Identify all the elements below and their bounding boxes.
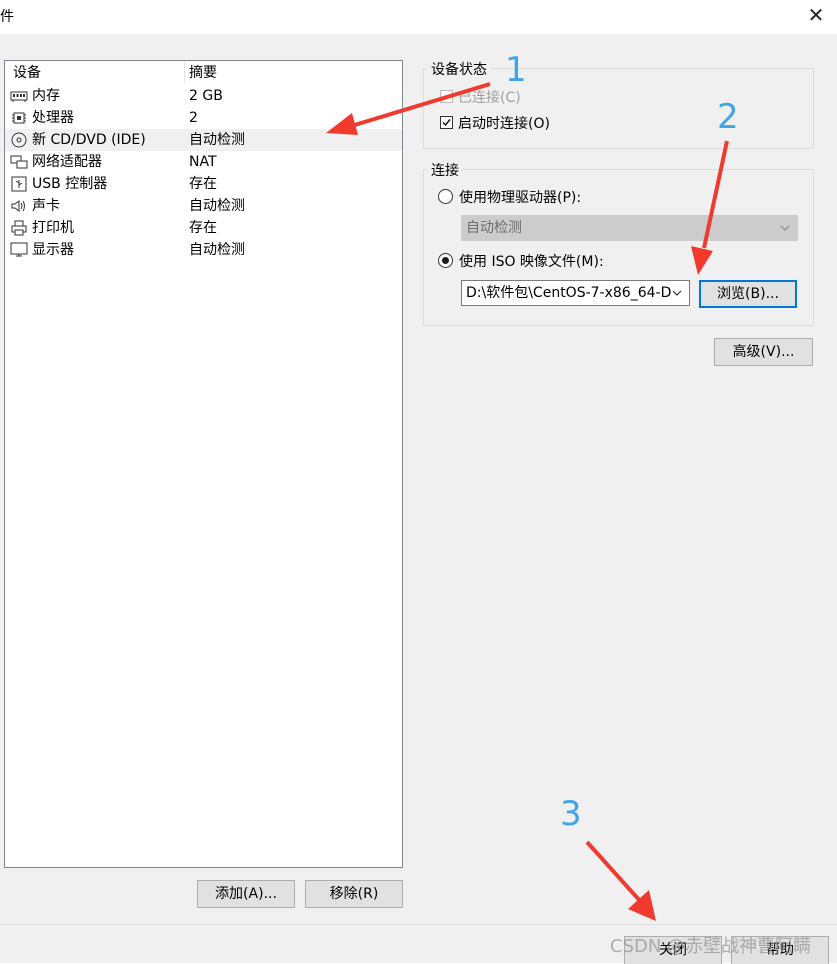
device-summary: 自动检测 [189, 242, 245, 258]
device-status-group [423, 68, 814, 149]
close-window-icon[interactable]: ✕ [802, 2, 830, 28]
device-column-header[interactable]: 设备 [13, 63, 41, 83]
physical-drive-select[interactable]: 自动检测 [461, 215, 798, 241]
device-summary: 自动检测 [189, 198, 245, 214]
window-title: 硬件 [0, 9, 14, 25]
connection-title: 连接 [427, 160, 463, 180]
device-name: 显示器 [32, 242, 74, 258]
iso-image-radio[interactable] [438, 253, 453, 268]
device-name: 网络适配器 [32, 154, 102, 170]
annotation-number-1: 1 [505, 50, 527, 90]
iso-image-label: 使用 ISO 映像文件(M): [459, 254, 604, 270]
cd-dvd-icon [11, 132, 27, 148]
device-summary: 自动检测 [189, 132, 245, 148]
printer-icon [11, 220, 27, 236]
advanced-button[interactable]: 高级(V)... [714, 338, 813, 366]
device-row-cd-dvd[interactable]: 新 CD/DVD (IDE) 自动检测 [5, 129, 402, 151]
device-name: 新 CD/DVD (IDE) [32, 132, 146, 148]
device-status-title: 设备状态 [427, 59, 491, 79]
iso-path-combobox[interactable]: D:\软件包\CentOS-7-x86_64-D [461, 280, 690, 306]
device-row-memory[interactable]: 内存 2 GB [5, 85, 402, 107]
connected-label: 已连接(C) [458, 90, 521, 106]
device-row-network-adapter[interactable]: 网络适配器 NAT [5, 151, 402, 173]
watermark-text: CSDN @赤壁战神曹阿瞒 [610, 936, 812, 957]
connect-on-power-label: 启动时连接(O) [458, 116, 550, 132]
annotation-number-3: 3 [560, 794, 582, 834]
summary-column-header[interactable]: 摘要 [189, 63, 217, 83]
device-summary: 2 GB [189, 88, 223, 104]
radio-selected-dot [442, 257, 449, 264]
device-summary: 2 [189, 110, 198, 126]
add-device-button[interactable]: 添加(A)... [197, 880, 295, 908]
memory-icon [10, 91, 28, 102]
physical-drive-radio[interactable] [438, 189, 453, 204]
device-summary: 存在 [189, 220, 217, 236]
device-name: 声卡 [32, 198, 60, 214]
title-bar: 硬件 ✕ [0, 0, 837, 34]
checkmark-icon [442, 119, 451, 127]
device-name: USB 控制器 [32, 176, 108, 192]
sound-card-icon [11, 200, 25, 212]
physical-drive-value: 自动检测 [466, 220, 522, 236]
display-icon [10, 242, 28, 257]
chevron-down-icon[interactable] [671, 287, 683, 299]
device-name: 内存 [32, 88, 60, 104]
device-row-usb[interactable]: USB 控制器 存在 [5, 173, 402, 195]
device-row-sound-card[interactable]: 声卡 自动检测 [5, 195, 402, 217]
device-list[interactable]: 设备 摘要 内存 2 GB 处理器 2 新 CD/DVD (IDE) 自动检测 [4, 60, 403, 868]
processor-icon [12, 112, 26, 124]
physical-drive-label: 使用物理驱动器(P): [459, 190, 582, 206]
remove-device-button[interactable]: 移除(R) [305, 880, 403, 908]
connected-checkbox[interactable] [440, 90, 453, 103]
annotation-number-2: 2 [717, 97, 739, 137]
device-row-display[interactable]: 显示器 自动检测 [5, 239, 402, 261]
usb-icon [11, 176, 27, 192]
device-name: 处理器 [32, 110, 74, 126]
browse-button[interactable]: 浏览(B)... [699, 280, 797, 308]
device-row-printer[interactable]: 打印机 存在 [5, 217, 402, 239]
chevron-down-icon [780, 225, 790, 231]
column-separator[interactable] [184, 61, 185, 83]
network-adapter-icon [10, 155, 28, 169]
device-summary: 存在 [189, 176, 217, 192]
device-name: 打印机 [32, 220, 74, 236]
device-row-processor[interactable]: 处理器 2 [5, 107, 402, 129]
connect-on-power-checkbox[interactable] [440, 116, 453, 129]
iso-path-value: D:\软件包\CentOS-7-x86_64-D [466, 285, 672, 301]
device-summary: NAT [189, 154, 217, 170]
